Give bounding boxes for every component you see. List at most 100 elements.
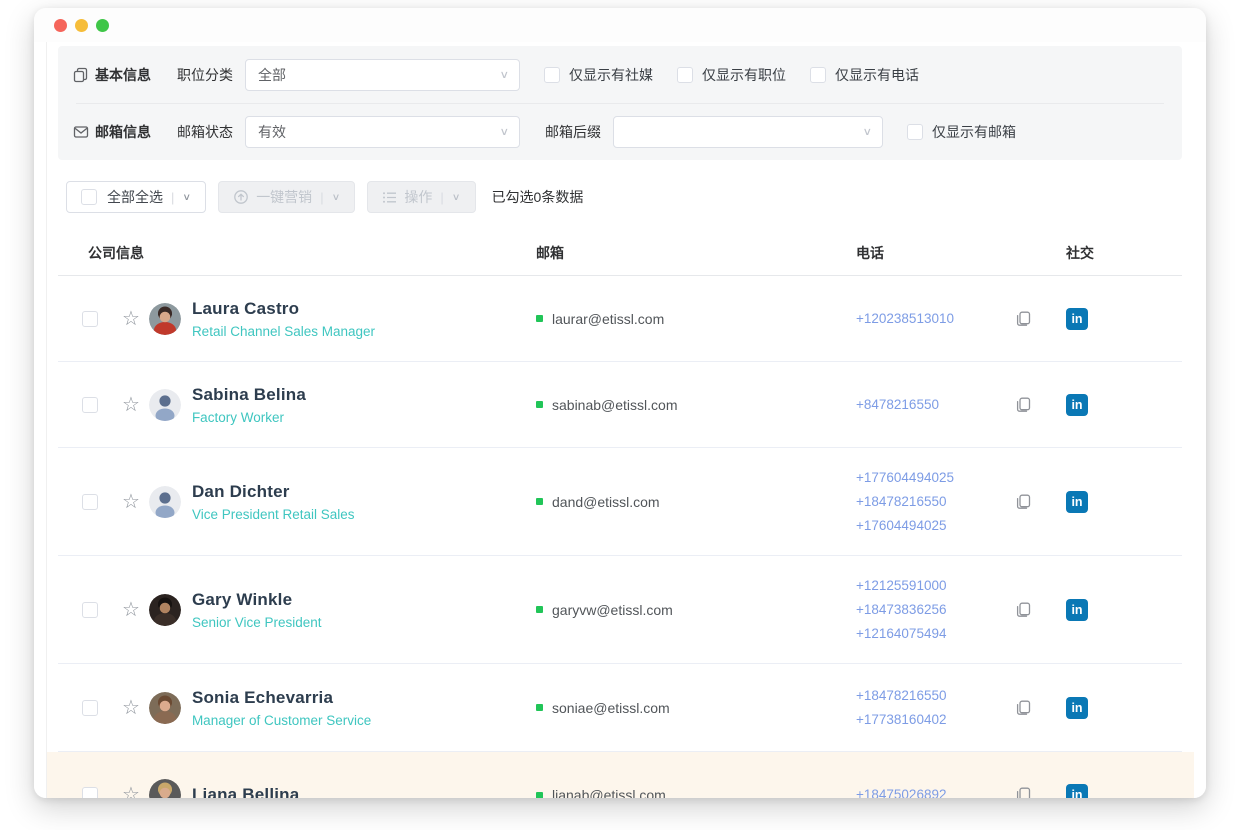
contact-title: Factory Worker [192,410,306,425]
social-only-label: 仅显示有社媒 [569,65,653,85]
social-cell: in [1066,784,1173,798]
phone-number[interactable]: +177604494025 [856,466,1016,490]
phone-number[interactable]: +12164075494 [856,622,1016,646]
chevron-down-icon: ∨ [332,191,341,202]
filter-social-only[interactable]: 仅显示有社媒 [544,65,653,85]
chevron-down-icon: ∨ [182,191,191,202]
star-icon[interactable]: ☆ [122,309,140,329]
table-row: ☆ Sabina Belina Factory Worker sabinab@e… [58,362,1182,448]
phone-number[interactable]: +12125591000 [856,574,1016,598]
email-address: garyvw@etissl.com [552,602,673,618]
copy-icon[interactable] [1016,397,1031,413]
email-status-select[interactable]: 有效 ∨ [245,116,520,148]
phone-number[interactable]: +18473836256 [856,598,1016,622]
chevron-down-icon: ∨ [499,125,509,138]
email-suffix-select[interactable]: ∨ [613,116,883,148]
email-cell: lianab@etissl.com [536,787,856,798]
phone-number[interactable]: +8478216550 [856,393,1016,417]
star-icon[interactable]: ☆ [122,698,140,718]
window-titlebar [34,8,1206,42]
email-status-dot [536,792,543,799]
phone-cell: +120238513010 [856,307,1016,331]
linkedin-icon[interactable]: in [1066,599,1088,621]
actions-button[interactable]: 操作 | ∨ [367,181,475,213]
contact-name: Sonia Echevarria [192,688,371,708]
copy-cell [1016,700,1066,716]
filter-email-only[interactable]: 仅显示有邮箱 [907,122,1016,142]
one-click-marketing-label: 一键营销 [256,187,312,207]
copy-cell [1016,787,1066,798]
contact-title: Manager of Customer Service [192,713,371,728]
company-info-cell: ☆ Dan Dichter Vice President Retail Sale… [58,482,536,522]
linkedin-icon[interactable]: in [1066,784,1088,798]
linkedin-icon[interactable]: in [1066,697,1088,719]
star-icon[interactable]: ☆ [122,492,140,512]
contact-identity: Dan Dichter Vice President Retail Sales [192,482,355,522]
filter-position-only[interactable]: 仅显示有职位 [677,65,786,85]
basic-info-section-label: 基本信息 [95,65,151,85]
copy-icon[interactable] [1016,311,1031,327]
copy-icon[interactable] [1016,787,1031,798]
position-only-checkbox[interactable] [677,67,693,83]
phone-number[interactable]: +17604494025 [856,514,1016,538]
table-row: ☆ Laura Castro Retail Channel Sales Mana… [58,276,1182,362]
row-checkbox[interactable] [82,700,98,716]
star-icon[interactable]: ☆ [122,600,140,620]
contact-name: Sabina Belina [192,385,306,405]
row-checkbox[interactable] [82,494,98,510]
select-all-button[interactable]: 全部全选 | ∨ [66,181,206,213]
select-all-checkbox[interactable] [81,189,97,205]
phone-cell: +18475026892 [856,783,1016,798]
phone-number[interactable]: +17738160402 [856,708,1016,732]
email-cell: sabinab@etissl.com [536,397,856,413]
minimize-button[interactable] [75,19,88,32]
email-header: 邮箱 [536,243,856,263]
email-info-section-label: 邮箱信息 [95,122,151,142]
star-icon[interactable]: ☆ [122,785,140,798]
traffic-lights [54,19,109,32]
contact-identity: Gary Winkle Senior Vice President [192,590,322,630]
upload-cloud-icon [233,189,249,205]
email-status-dot [536,401,543,408]
close-button[interactable] [54,19,67,32]
contact-title: Senior Vice President [192,615,322,630]
copy-icon[interactable] [1016,602,1031,618]
linkedin-icon[interactable]: in [1066,491,1088,513]
filter-panel: 基本信息 职位分类 全部 ∨ 仅显示有社媒 仅显示有职位 仅显示有电话 [58,46,1182,160]
company-info-cell: ☆ Liana Bellina [58,779,536,798]
linkedin-icon[interactable]: in [1066,308,1088,330]
phone-number[interactable]: +18475026892 [856,783,1016,798]
one-click-marketing-button[interactable]: 一键营销 | ∨ [218,181,355,213]
copy-icon[interactable] [1016,494,1031,510]
linkedin-icon[interactable]: in [1066,394,1088,416]
star-icon[interactable]: ☆ [122,395,140,415]
row-checkbox[interactable] [82,397,98,413]
social-only-checkbox[interactable] [544,67,560,83]
filter-phone-only[interactable]: 仅显示有电话 [810,65,919,85]
social-cell: in [1066,491,1173,513]
select-all-label: 全部全选 [107,187,163,207]
table-row: ☆ Gary Winkle Senior Vice President gary… [58,556,1182,664]
row-checkbox[interactable] [82,311,98,327]
phone-cell: +12125591000+18473836256+12164075494 [856,574,1016,646]
phone-number[interactable]: +18478216550 [856,490,1016,514]
position-category-select[interactable]: 全部 ∨ [245,59,520,91]
email-cell: dand@etissl.com [536,494,856,510]
row-checkbox[interactable] [82,602,98,618]
phone-number[interactable]: +120238513010 [856,307,1016,331]
email-only-checkbox[interactable] [907,124,923,140]
copy-cell [1016,311,1066,327]
avatar [149,692,181,724]
phone-number[interactable]: +18478216550 [856,684,1016,708]
email-status-dot [536,704,543,711]
phone-only-checkbox[interactable] [810,67,826,83]
copy-icon[interactable] [1016,700,1031,716]
row-checkbox[interactable] [82,787,98,798]
copy-cell [1016,397,1066,413]
copy-cell [1016,602,1066,618]
contact-name: Gary Winkle [192,590,322,610]
email-suffix-label: 邮箱后缀 [545,122,601,142]
zoom-button[interactable] [96,19,109,32]
phone-only-label: 仅显示有电话 [835,65,919,85]
avatar [149,303,181,335]
